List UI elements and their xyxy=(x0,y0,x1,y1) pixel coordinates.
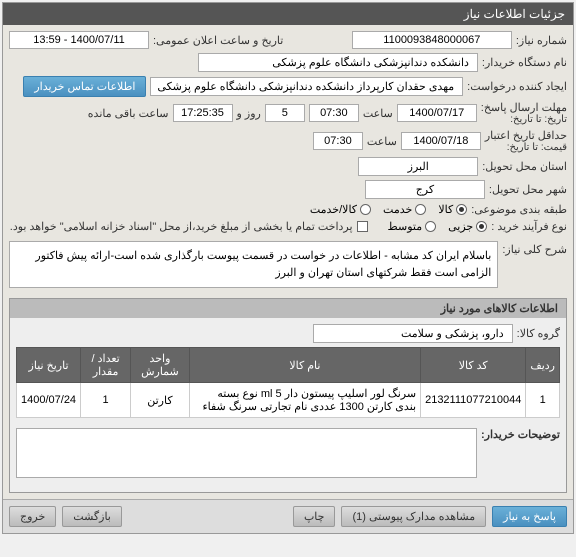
cell-name: سرنگ لور اسلیپ پیستون دار ml 5 نوع بسته … xyxy=(189,383,420,418)
buyer-org-value: دانشکده دندانپزشکی دانشگاه علوم پزشکی xyxy=(198,53,478,72)
cell-unit: کارتن xyxy=(131,383,190,418)
exit-button[interactable]: خروج xyxy=(9,506,56,527)
buyer-notes-box xyxy=(16,428,477,478)
need-number-value: 1100093848000067 xyxy=(352,31,512,49)
deadline-until-label: تاریخ: تا تاریخ: xyxy=(481,114,567,125)
items-panel: اطلاعات کالاهای مورد نیاز گروه کالا: دار… xyxy=(9,298,567,493)
cell-code: 2132111077210044 xyxy=(421,383,526,418)
col-row: ردیف xyxy=(526,348,560,383)
radio-icon xyxy=(425,221,436,232)
time-label-2: ساعت xyxy=(367,135,397,148)
time-label-1: ساعت xyxy=(363,107,393,120)
items-header: اطلاعات کالاهای مورد نیاز xyxy=(10,299,566,318)
attachments-button[interactable]: مشاهده مدارک پیوستی (1) xyxy=(341,506,486,527)
footer-buttons: پاسخ به نیاز مشاهده مدارک پیوستی (1) چاپ… xyxy=(3,499,573,533)
radio-goods[interactable]: کالا xyxy=(438,203,467,216)
radio-goods-service[interactable]: کالا/خدمت xyxy=(310,203,371,216)
validity-sub-label: قیمت: تا تاریخ: xyxy=(485,142,567,153)
validity-date: 1400/07/18 xyxy=(401,132,481,150)
announce-value: 1400/07/11 - 13:59 xyxy=(9,31,149,49)
countdown-suffix: ساعت باقی مانده xyxy=(88,107,169,120)
col-name: نام کالا xyxy=(189,348,420,383)
radio-partial-label: جزیی xyxy=(448,220,473,233)
radio-medium-label: متوسط xyxy=(388,220,423,233)
city-value: کرج xyxy=(365,180,485,199)
category-label: طبقه بندی موضوعی: xyxy=(471,203,567,216)
radio-icon xyxy=(476,221,487,232)
deadline-date: 1400/07/17 xyxy=(397,104,477,122)
back-button[interactable]: بازگشت xyxy=(62,506,122,527)
col-date: تاریخ نیاز xyxy=(17,348,81,383)
buyer-org-label: نام دستگاه خریدار: xyxy=(482,56,567,69)
print-button[interactable]: چاپ xyxy=(293,506,336,527)
cell-qty: 1 xyxy=(81,383,131,418)
radio-icon xyxy=(415,204,426,215)
city-label: شهر محل تحویل: xyxy=(489,183,567,196)
days-and-label: روز و xyxy=(237,107,261,120)
process-label: نوع فرآیند خرید : xyxy=(491,220,567,233)
radio-medium[interactable]: متوسط xyxy=(388,220,437,233)
payment-checkbox[interactable] xyxy=(357,221,368,232)
col-qty: تعداد / مقدار xyxy=(81,348,131,383)
reply-button[interactable]: پاسخ به نیاز xyxy=(492,506,567,527)
radio-icon xyxy=(360,204,371,215)
radio-service[interactable]: خدمت xyxy=(383,203,426,216)
province-label: استان محل تحویل: xyxy=(482,160,567,173)
desc-label: شرح کلی نیاز: xyxy=(502,237,567,256)
radio-goods-label: کالا xyxy=(438,203,453,216)
cell-idx: 1 xyxy=(526,383,560,418)
cell-date: 1400/07/24 xyxy=(17,383,81,418)
process-radio-group: جزیی متوسط xyxy=(388,220,488,233)
table-row[interactable]: 1 2132111077210044 سرنگ لور اسلیپ پیستون… xyxy=(17,383,560,418)
requester-value: مهدی حقدان کارپرداز دانشکده دندانپزشکی د… xyxy=(150,77,463,96)
group-value: دارو، پزشکی و سلامت xyxy=(313,324,513,343)
validity-time: 07:30 xyxy=(313,132,363,150)
need-number-label: شماره نیاز: xyxy=(516,34,567,47)
deadline-label: مهلت ارسال پاسخ: xyxy=(481,101,567,114)
contact-buyer-button[interactable]: اطلاعات تماس خریدار xyxy=(23,76,146,97)
radio-icon xyxy=(456,204,467,215)
province-value: البرز xyxy=(358,157,478,176)
radio-service-label: خدمت xyxy=(383,203,412,216)
buyer-notes-label: توضیحات خریدار: xyxy=(481,424,560,441)
desc-text: باسلام ایران کد مشابه - اطلاعات در خواست… xyxy=(9,241,498,288)
panel-body: شماره نیاز: 1100093848000067 تاریخ و ساع… xyxy=(3,25,573,499)
validity-label: حداقل تاریخ اعتبار xyxy=(485,129,567,142)
col-unit: واحد شمارش xyxy=(131,348,190,383)
countdown: 17:25:35 xyxy=(173,104,233,122)
radio-partial[interactable]: جزیی xyxy=(448,220,487,233)
deadline-time: 07:30 xyxy=(309,104,359,122)
category-radio-group: کالا خدمت کالا/خدمت xyxy=(310,203,467,216)
panel-title: جزئیات اطلاعات نیاز xyxy=(3,3,573,25)
radio-goods-service-label: کالا/خدمت xyxy=(310,203,357,216)
payment-note: پرداخت تمام یا بخشی از مبلغ خرید،از محل … xyxy=(10,220,353,233)
days-count: 5 xyxy=(265,104,305,122)
group-label: گروه کالا: xyxy=(517,327,560,340)
items-table: ردیف کد کالا نام کالا واحد شمارش تعداد /… xyxy=(16,347,560,418)
col-code: کد کالا xyxy=(421,348,526,383)
details-panel: جزئیات اطلاعات نیاز شماره نیاز: 11000938… xyxy=(2,2,574,534)
announce-label: تاریخ و ساعت اعلان عمومی: xyxy=(153,34,283,47)
requester-label: ایجاد کننده درخواست: xyxy=(467,80,567,93)
